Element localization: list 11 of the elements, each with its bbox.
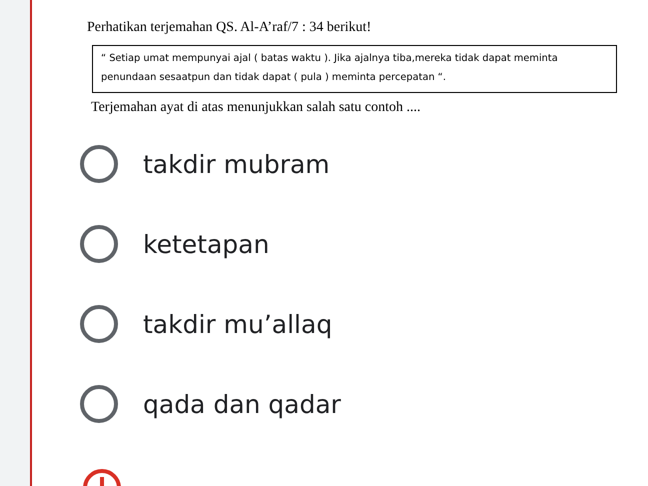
radio-button[interactable] xyxy=(80,305,118,343)
radio-button[interactable] xyxy=(80,385,118,423)
option-label[interactable]: takdir mu’allaq xyxy=(143,310,332,338)
quote-text: “ Setiap umat mempunyai ajal ( batas waktu ). Jika ajalnya tiba,mereka tidak dapat meminta penundaan sesaatpun dan tidak dapat ( pula ) meminta percepatan “. xyxy=(92,45,617,93)
question-prompt: Terjemahan ayat di atas menunjukkan salah satu contoh .... xyxy=(91,100,422,116)
option-label[interactable]: takdir mubram xyxy=(143,150,330,178)
option-label[interactable]: ketetapan xyxy=(143,230,270,258)
question-title: Perhatikan terjemahan QS. Al-A’raf/7 : 34 berikut! xyxy=(87,20,372,36)
option-label[interactable]: qada dan qadar xyxy=(143,390,341,418)
radio-button[interactable] xyxy=(80,225,118,263)
radio-button[interactable] xyxy=(80,145,118,183)
